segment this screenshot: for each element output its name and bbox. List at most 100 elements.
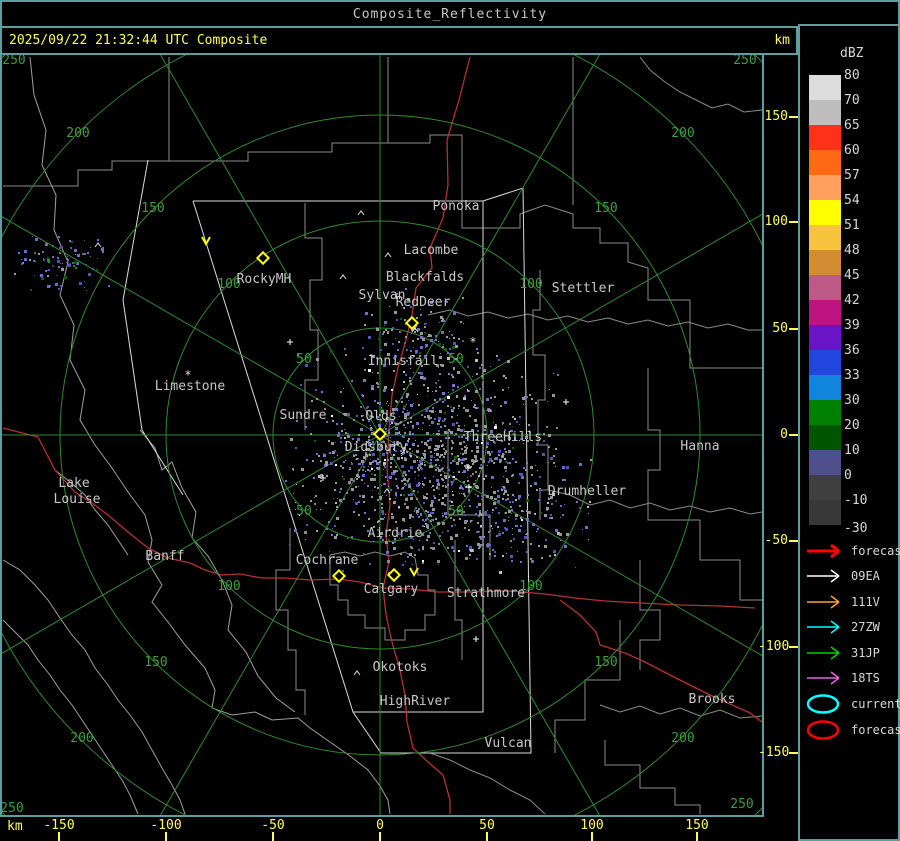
bottom-axis-tick [165,832,167,841]
bottom-axis-tick [696,832,698,841]
colorbar-swatch [809,450,841,475]
legend-label: current [851,697,900,711]
legend-item-arrow: 18TS [805,668,880,688]
legend-label: 111V [851,594,880,609]
town-label-sundre: Sundre [280,408,327,423]
legend-arrow-icon [807,620,840,634]
right-axis-label: 100 [764,214,788,229]
town-label-cochrane: Cochrane [296,553,359,568]
colorbar-swatch [809,475,841,500]
town-label-innisfail: Innisfail [368,354,438,369]
town-label-rockymh: RockyMH [237,272,292,287]
town-label-sylvan: Sylvan [359,288,406,303]
colorbar-swatch [809,250,841,275]
colorbar-swatch [809,200,841,225]
colorbar-label: 39 [844,318,860,333]
right-axis-label: 0 [780,427,788,442]
svg-text:250: 250 [2,55,25,68]
bottom-axis-tick [486,832,488,841]
right-axis-label: -100 [758,639,790,654]
town-label-lacombe: Lacombe [404,243,459,258]
colorbar-label: 45 [844,268,860,283]
timestamp-label: 2025/09/22 21:32:44 UTC Composite [9,33,268,48]
colorbar-label: -30 [844,521,868,536]
bottom-axis-label: 50 [479,818,495,833]
svg-text:200: 200 [671,731,694,746]
svg-text:50: 50 [448,504,464,519]
right-axis: 150 100 50 0 -50 -100 -150 [758,55,798,815]
town-label-threehills: ThreeHills [464,430,542,445]
legend-item-arrow: 27ZW [805,617,880,637]
legend-label: 31JP [851,645,880,660]
colorbar-swatch [809,275,841,300]
colorbar-swatch [809,150,841,175]
legend-ellipse-icon [806,720,840,740]
svg-text:250: 250 [2,801,24,815]
town-label-brooks: Brooks [689,692,736,707]
legend-arrow-icon [807,671,840,685]
colorbar-label: 33 [844,368,860,383]
right-axis-tick [789,540,798,542]
right-axis-label: -50 [764,533,788,548]
right-axis-tick [789,116,798,118]
svg-text:50: 50 [448,352,464,367]
legend-arrow-icon [807,569,840,583]
town-label-strathmore: Strathmore [447,586,525,601]
colorbar-label: 51 [844,218,860,233]
town-label-calgary: Calgary [364,582,419,597]
bottom-axis-label: 150 [685,818,709,833]
radar-site-diamond-icon [386,567,402,583]
storm-motion-chevron-icon [409,567,419,578]
title-bar: Composite_Reflectivity [0,0,900,28]
right-axis-label: 150 [764,109,788,124]
svg-text:50: 50 [296,352,312,367]
legend-label: 09EA [851,569,880,584]
colorbar-label: 70 [844,93,860,108]
colorbar-label: 54 [844,193,860,208]
colorbar-label: 42 [844,293,860,308]
right-axis-tick [789,328,798,330]
colorbar-swatch [809,75,841,100]
colorbar-label: 36 [844,343,860,358]
right-axis-label: 50 [772,321,788,336]
bottom-axis-label: -100 [150,818,182,833]
town-label-stettler: Stettler [552,281,615,296]
bottom-axis-tick [272,832,274,841]
legend-label: 18TS [851,671,880,685]
colorbar-label: 48 [844,243,860,258]
colorbar-swatch [809,325,841,350]
town-label-okotoks: Okotoks [373,660,428,675]
legend-item-ellipse: current [805,694,900,714]
colorbar-label: -10 [844,493,868,508]
colorbar-label: 30 [844,393,860,408]
town-label-didsbury: Didsbury [345,440,408,455]
window-title: Composite_Reflectivity [352,6,548,22]
storm-motion-chevron-icon [201,236,211,247]
right-axis-unit-label: km [774,33,790,48]
town-label-olds: Olds [365,409,396,424]
colorbar-swatch [809,500,841,525]
right-axis-tick [789,646,798,648]
legend-item-ellipse: forecast [805,720,900,740]
svg-text:200: 200 [70,731,93,746]
town-label-drumheller: Drumheller [548,484,626,499]
legend-label: forecast [851,723,900,737]
svg-text:100: 100 [217,579,240,594]
bottom-axis: km -150 -100 -50 0 50 100 150 [0,817,798,841]
colorbar-label: 60 [844,143,860,158]
svg-text:200: 200 [671,126,694,141]
colorbar-label: 20 [844,418,860,433]
svg-text:150: 150 [141,201,164,216]
colorbar-swatch [809,425,841,450]
town-label-ponoka: Ponoka [433,199,480,214]
town-label-hanna: Hanna [680,439,719,454]
legend-arrow-icon [807,645,840,660]
svg-text:250: 250 [730,797,753,812]
colorbar-swatch [809,225,841,250]
colorbar-label: 10 [844,443,860,458]
town-label-vulcan: Vulcan [485,736,532,751]
colorbar-label: 57 [844,168,860,183]
colorbar-swatch [809,350,841,375]
radar-map[interactable]: 50 5050 50100 100100 100150 150150 150200 20020… [2,55,762,815]
bottom-axis-label: -50 [261,818,285,833]
